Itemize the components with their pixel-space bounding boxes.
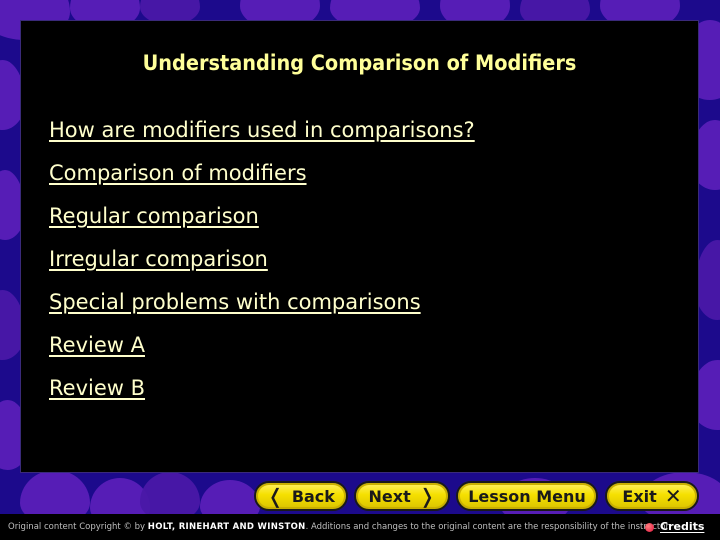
slide-title: Understanding Comparison of Modifiers: [142, 51, 577, 75]
publisher-name: HOLT, RINEHART AND WINSTON: [147, 522, 306, 532]
footer: Original content Copyright © by HOLT, RI…: [0, 514, 720, 540]
chevron-right-icon: ❭: [418, 484, 436, 508]
link-irregular-comparison[interactable]: Irregular comparison: [49, 238, 475, 281]
link-review-a[interactable]: Review A: [49, 324, 475, 367]
credits-label: Credits: [660, 520, 705, 533]
exit-label: Exit: [622, 486, 657, 506]
next-button[interactable]: Next ❭: [354, 481, 450, 511]
copyright-prefix: Original content Copyright © by: [8, 522, 146, 532]
next-label: Next: [368, 486, 411, 506]
bullet-icon: [645, 522, 654, 532]
back-button[interactable]: ❬ Back: [254, 481, 348, 511]
link-regular-comparison[interactable]: Regular comparison: [49, 195, 475, 238]
credits-link[interactable]: Credits: [645, 514, 704, 540]
copyright-notice: Original content Copyright © by HOLT, RI…: [8, 514, 671, 540]
content-panel: Understanding Comparison of Modifiers Ho…: [20, 20, 699, 473]
lesson-menu-button[interactable]: Lesson Menu: [456, 481, 598, 511]
chevron-left-icon: ❬: [267, 484, 284, 508]
back-label: Back: [291, 486, 335, 506]
link-special-problems[interactable]: Special problems with comparisons: [49, 281, 475, 324]
link-how-modifiers-used[interactable]: How are modifiers used in comparisons?: [49, 109, 475, 152]
copyright-suffix: . Additions and changes to the original …: [305, 522, 671, 532]
exit-button[interactable]: Exit ✕: [605, 481, 699, 511]
topic-links: How are modifiers used in comparisons? C…: [49, 109, 475, 410]
close-icon: ✕: [664, 484, 682, 508]
link-comparison-of-modifiers[interactable]: Comparison of modifiers: [49, 152, 475, 195]
lesson-menu-label: Lesson Menu: [468, 486, 586, 506]
link-review-b[interactable]: Review B: [49, 367, 475, 410]
